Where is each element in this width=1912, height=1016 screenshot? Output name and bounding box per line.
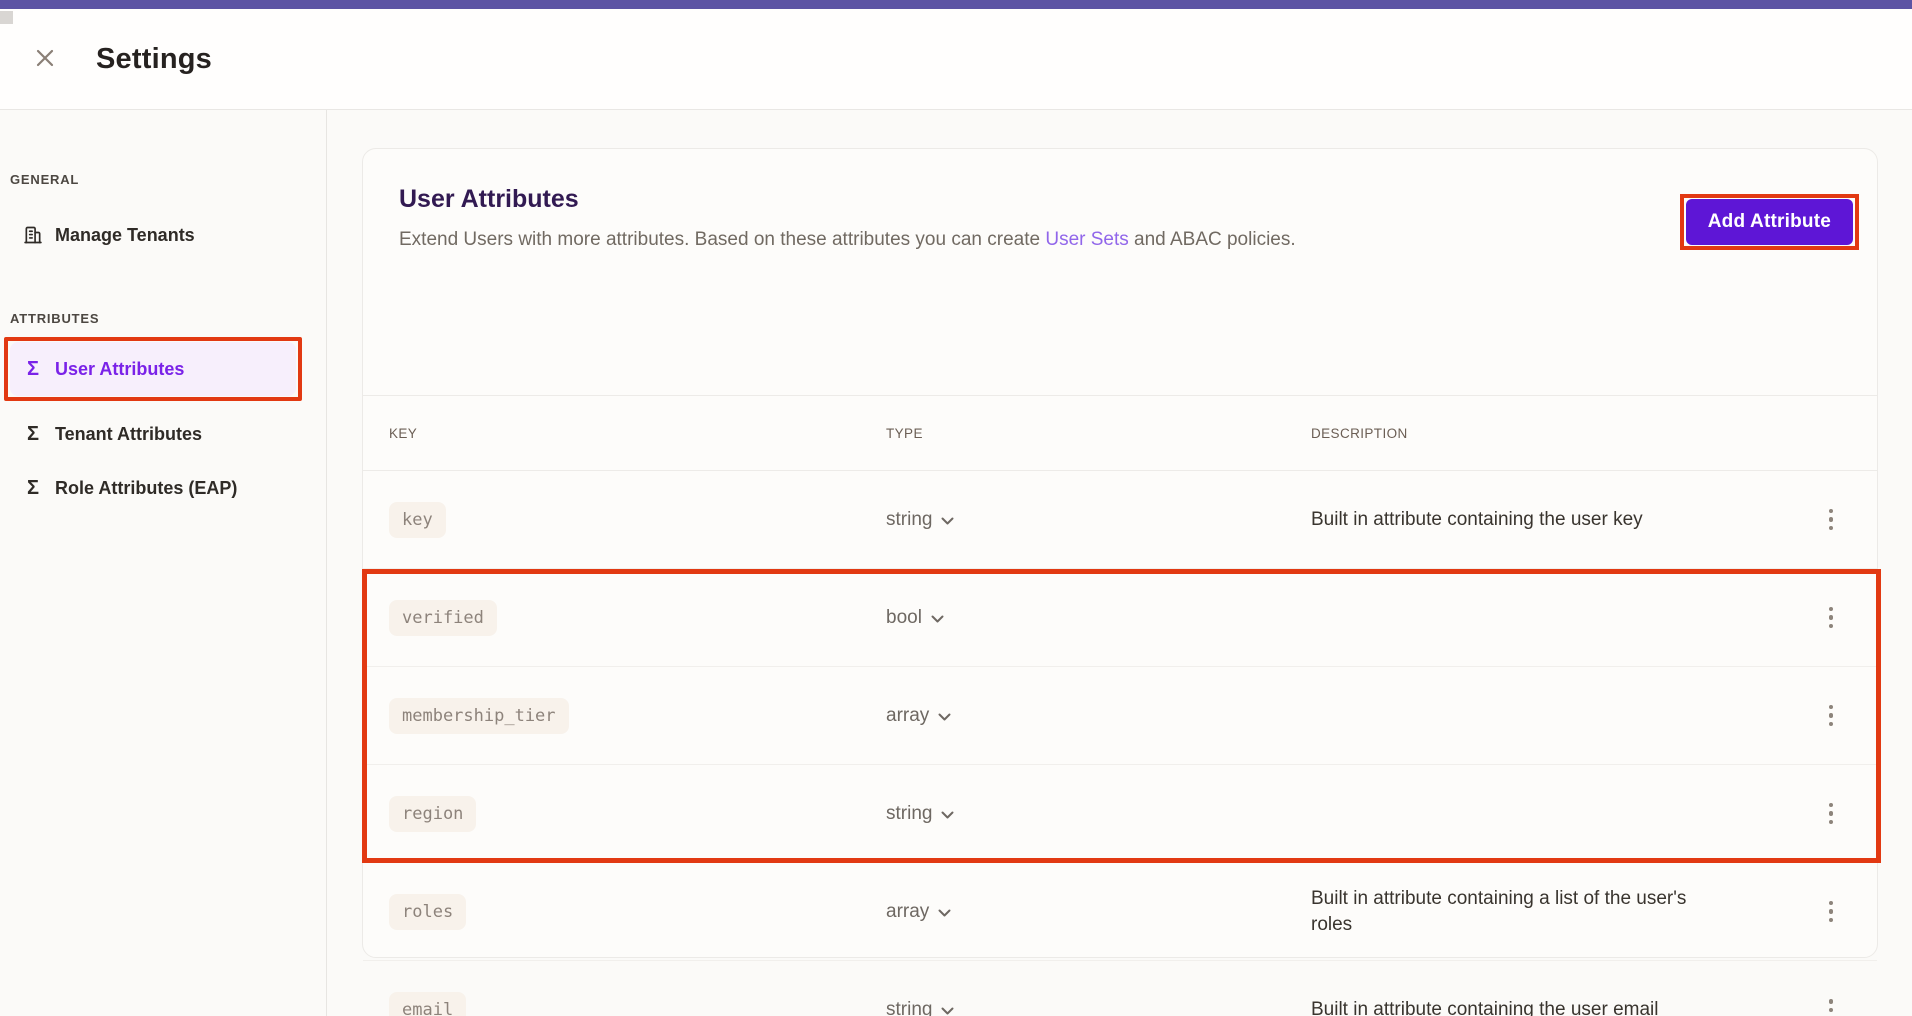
- add-attribute-wrap: Add Attribute: [1686, 199, 1853, 245]
- key-cell: roles: [389, 894, 886, 930]
- chevron-down-icon: [938, 901, 951, 923]
- sidebar-item-label: User Attributes: [55, 359, 184, 380]
- attribute-key-chip: roles: [389, 894, 466, 930]
- card-description: Extend Users with more attributes. Based…: [399, 229, 1841, 251]
- corner-artifact: [0, 11, 13, 24]
- type-dropdown[interactable]: string: [886, 509, 954, 531]
- sigma-icon: Σ: [22, 359, 44, 379]
- table-row: region string: [363, 765, 1877, 863]
- sidebar-item-tenant-attributes[interactable]: Σ Tenant Attributes: [10, 410, 296, 458]
- kebab-menu-icon[interactable]: [1816, 596, 1846, 640]
- type-dropdown[interactable]: string: [886, 999, 954, 1016]
- sidebar-item-role-attributes[interactable]: Σ Role Attributes (EAP): [10, 464, 296, 512]
- attribute-table-header: KEY TYPE DESCRIPTION: [363, 395, 1877, 471]
- attribute-type-value: array: [886, 705, 929, 727]
- chevron-down-icon: [941, 999, 954, 1016]
- attribute-description: Built in attribute containing a list of …: [1311, 886, 1691, 936]
- attribute-key-chip: region: [389, 796, 476, 832]
- add-attribute-button[interactable]: Add Attribute: [1686, 199, 1853, 245]
- attribute-table-body: key string Built in attribute containing…: [363, 471, 1877, 1016]
- attribute-key-chip: key: [389, 502, 446, 538]
- key-cell: verified: [389, 600, 886, 636]
- attribute-key-chip: membership_tier: [389, 698, 569, 734]
- chevron-down-icon: [941, 803, 954, 825]
- card-header: User Attributes Extend Users with more a…: [363, 149, 1877, 251]
- type-cell: string: [886, 803, 1311, 825]
- attribute-type-value: bool: [886, 607, 922, 629]
- table-row: verified bool: [363, 569, 1877, 667]
- type-cell: bool: [886, 607, 1311, 629]
- main-content: User Attributes Extend Users with more a…: [327, 110, 1912, 1016]
- column-header-type: TYPE: [886, 426, 1311, 441]
- building-icon: [22, 225, 44, 245]
- description-text: Extend Users with more attributes. Based…: [399, 229, 1045, 250]
- page-title: Settings: [96, 43, 212, 76]
- actions-cell: [1816, 890, 1877, 934]
- attribute-key-chip: verified: [389, 600, 497, 636]
- type-dropdown[interactable]: array: [886, 705, 951, 727]
- actions-cell: [1816, 792, 1877, 836]
- attribute-description: Built in attribute containing the user e…: [1311, 997, 1691, 1016]
- description-text: and ABAC policies.: [1129, 229, 1296, 250]
- sidebar-item-manage-tenants[interactable]: Manage Tenants: [10, 211, 296, 259]
- actions-cell: [1816, 988, 1877, 1016]
- table-row: membership_tier array: [363, 667, 1877, 765]
- sidebar-item-label: Manage Tenants: [55, 225, 195, 246]
- kebab-menu-icon[interactable]: [1816, 890, 1846, 934]
- actions-cell: [1816, 498, 1877, 542]
- column-header-key: KEY: [389, 426, 886, 441]
- attribute-type-value: array: [886, 901, 929, 923]
- close-button[interactable]: [30, 44, 60, 74]
- chevron-down-icon: [931, 607, 944, 629]
- attribute-description: Built in attribute containing the user k…: [1311, 507, 1691, 532]
- settings-sidebar: GENERAL Manage Tenants ATTRIBUTES Σ User…: [0, 110, 327, 1016]
- sidebar-section-attributes: ATTRIBUTES: [10, 311, 326, 326]
- kebab-menu-icon[interactable]: [1816, 694, 1846, 738]
- type-dropdown[interactable]: bool: [886, 607, 944, 629]
- settings-page: Settings GENERAL Manage Tenants ATTRIBUT…: [0, 0, 1912, 1016]
- chevron-down-icon: [941, 509, 954, 531]
- attribute-type-value: string: [886, 999, 932, 1016]
- attribute-type-value: string: [886, 803, 932, 825]
- settings-header: Settings: [0, 9, 1912, 110]
- type-dropdown[interactable]: array: [886, 901, 951, 923]
- sidebar-section-general: GENERAL: [10, 172, 326, 187]
- table-row: email string Built in attribute containi…: [363, 961, 1877, 1016]
- sidebar-item-label: Tenant Attributes: [55, 424, 202, 445]
- type-cell: string: [886, 509, 1311, 531]
- table-row: key string Built in attribute containing…: [363, 471, 1877, 569]
- type-cell: array: [886, 901, 1311, 923]
- card-title: User Attributes: [399, 185, 1841, 214]
- sigma-icon: Σ: [22, 478, 44, 498]
- actions-cell: [1816, 694, 1877, 738]
- column-header-description: DESCRIPTION: [1311, 426, 1816, 441]
- table-row: roles array Built in attribute containin…: [363, 863, 1877, 961]
- type-dropdown[interactable]: string: [886, 803, 954, 825]
- type-cell: array: [886, 705, 1311, 727]
- sidebar-item-label: Role Attributes (EAP): [55, 478, 237, 499]
- sidebar-item-user-attributes[interactable]: Σ User Attributes: [10, 342, 296, 396]
- close-icon: [33, 46, 57, 73]
- kebab-menu-icon[interactable]: [1816, 792, 1846, 836]
- attribute-key-chip: email: [389, 992, 466, 1016]
- key-cell: membership_tier: [389, 698, 886, 734]
- attribute-table: KEY TYPE DESCRIPTION key string: [363, 395, 1877, 1016]
- kebab-menu-icon[interactable]: [1816, 498, 1846, 542]
- type-cell: string: [886, 999, 1311, 1016]
- sigma-icon: Σ: [22, 424, 44, 444]
- actions-cell: [1816, 596, 1877, 640]
- attribute-type-value: string: [886, 509, 932, 531]
- chevron-down-icon: [938, 705, 951, 727]
- kebab-menu-icon[interactable]: [1816, 988, 1846, 1016]
- user-sets-link[interactable]: User Sets: [1045, 229, 1128, 250]
- key-cell: key: [389, 502, 886, 538]
- key-cell: region: [389, 796, 886, 832]
- key-cell: email: [389, 992, 886, 1016]
- top-accent-bar: [0, 0, 1912, 9]
- user-attributes-card: User Attributes Extend Users with more a…: [362, 148, 1878, 958]
